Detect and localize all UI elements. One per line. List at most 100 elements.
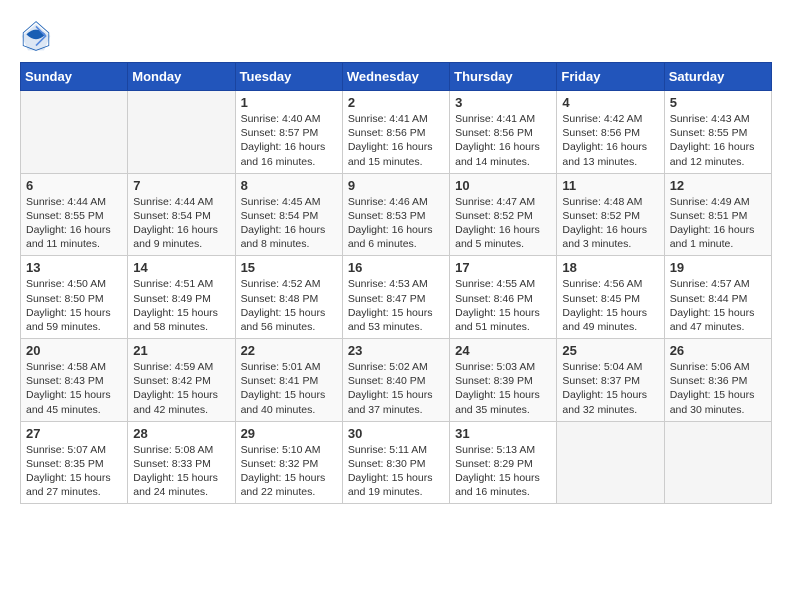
daylight-text: Daylight: 15 hours and 56 minutes. [241, 307, 326, 333]
daylight-text: Daylight: 15 hours and 51 minutes. [455, 307, 540, 333]
daylight-text: Daylight: 15 hours and 45 minutes. [26, 389, 111, 415]
day-number: 30 [348, 426, 444, 441]
sunrise-text: Sunrise: 5:13 AM [455, 444, 535, 456]
sunset-text: Sunset: 8:48 PM [241, 293, 319, 305]
sunset-text: Sunset: 8:55 PM [670, 127, 748, 139]
sunrise-text: Sunrise: 4:55 AM [455, 278, 535, 290]
day-number: 27 [26, 426, 122, 441]
sunrise-text: Sunrise: 4:51 AM [133, 278, 213, 290]
sunset-text: Sunset: 8:53 PM [348, 210, 426, 222]
day-number: 15 [241, 260, 337, 275]
day-number: 22 [241, 343, 337, 358]
sunrise-text: Sunrise: 4:52 AM [241, 278, 321, 290]
calendar-cell: 26 Sunrise: 5:06 AM Sunset: 8:36 PM Dayl… [664, 339, 771, 422]
day-number: 28 [133, 426, 229, 441]
sunrise-text: Sunrise: 4:56 AM [562, 278, 642, 290]
daylight-text: Daylight: 16 hours and 9 minutes. [133, 224, 218, 250]
calendar-cell: 2 Sunrise: 4:41 AM Sunset: 8:56 PM Dayli… [342, 91, 449, 174]
daylight-text: Daylight: 16 hours and 13 minutes. [562, 141, 647, 167]
sunset-text: Sunset: 8:30 PM [348, 458, 426, 470]
calendar-cell: 17 Sunrise: 4:55 AM Sunset: 8:46 PM Dayl… [450, 256, 557, 339]
calendar-cell: 30 Sunrise: 5:11 AM Sunset: 8:30 PM Dayl… [342, 421, 449, 504]
daylight-text: Daylight: 15 hours and 47 minutes. [670, 307, 755, 333]
calendar-week-row: 27 Sunrise: 5:07 AM Sunset: 8:35 PM Dayl… [21, 421, 772, 504]
sunset-text: Sunset: 8:43 PM [26, 375, 104, 387]
weekday-header: Thursday [450, 63, 557, 91]
sunset-text: Sunset: 8:47 PM [348, 293, 426, 305]
day-number: 24 [455, 343, 551, 358]
day-number: 13 [26, 260, 122, 275]
calendar-week-row: 13 Sunrise: 4:50 AM Sunset: 8:50 PM Dayl… [21, 256, 772, 339]
day-number: 17 [455, 260, 551, 275]
sunset-text: Sunset: 8:29 PM [455, 458, 533, 470]
day-number: 11 [562, 178, 658, 193]
sunrise-text: Sunrise: 4:53 AM [348, 278, 428, 290]
calendar-cell: 9 Sunrise: 4:46 AM Sunset: 8:53 PM Dayli… [342, 173, 449, 256]
day-number: 21 [133, 343, 229, 358]
calendar-cell: 20 Sunrise: 4:58 AM Sunset: 8:43 PM Dayl… [21, 339, 128, 422]
calendar-cell: 15 Sunrise: 4:52 AM Sunset: 8:48 PM Dayl… [235, 256, 342, 339]
sunset-text: Sunset: 8:52 PM [455, 210, 533, 222]
daylight-text: Daylight: 15 hours and 22 minutes. [241, 472, 326, 498]
day-number: 29 [241, 426, 337, 441]
sunset-text: Sunset: 8:56 PM [348, 127, 426, 139]
sunset-text: Sunset: 8:51 PM [670, 210, 748, 222]
daylight-text: Daylight: 15 hours and 42 minutes. [133, 389, 218, 415]
daylight-text: Daylight: 15 hours and 16 minutes. [455, 472, 540, 498]
day-number: 12 [670, 178, 766, 193]
sunset-text: Sunset: 8:50 PM [26, 293, 104, 305]
day-number: 20 [26, 343, 122, 358]
sunrise-text: Sunrise: 4:50 AM [26, 278, 106, 290]
calendar-cell: 18 Sunrise: 4:56 AM Sunset: 8:45 PM Dayl… [557, 256, 664, 339]
sunrise-text: Sunrise: 4:44 AM [26, 196, 106, 208]
daylight-text: Daylight: 15 hours and 27 minutes. [26, 472, 111, 498]
sunrise-text: Sunrise: 5:10 AM [241, 444, 321, 456]
day-number: 26 [670, 343, 766, 358]
daylight-text: Daylight: 16 hours and 3 minutes. [562, 224, 647, 250]
sunrise-text: Sunrise: 5:06 AM [670, 361, 750, 373]
calendar-cell: 19 Sunrise: 4:57 AM Sunset: 8:44 PM Dayl… [664, 256, 771, 339]
calendar-cell: 21 Sunrise: 4:59 AM Sunset: 8:42 PM Dayl… [128, 339, 235, 422]
sunrise-text: Sunrise: 4:41 AM [348, 113, 428, 125]
sunrise-text: Sunrise: 4:45 AM [241, 196, 321, 208]
day-number: 23 [348, 343, 444, 358]
calendar-cell: 28 Sunrise: 5:08 AM Sunset: 8:33 PM Dayl… [128, 421, 235, 504]
day-number: 2 [348, 95, 444, 110]
sunset-text: Sunset: 8:42 PM [133, 375, 211, 387]
sunset-text: Sunset: 8:39 PM [455, 375, 533, 387]
sunrise-text: Sunrise: 4:59 AM [133, 361, 213, 373]
daylight-text: Daylight: 16 hours and 12 minutes. [670, 141, 755, 167]
day-number: 18 [562, 260, 658, 275]
day-number: 10 [455, 178, 551, 193]
calendar-cell: 29 Sunrise: 5:10 AM Sunset: 8:32 PM Dayl… [235, 421, 342, 504]
calendar-table: SundayMondayTuesdayWednesdayThursdayFrid… [20, 62, 772, 504]
sunset-text: Sunset: 8:46 PM [455, 293, 533, 305]
sunset-text: Sunset: 8:55 PM [26, 210, 104, 222]
weekday-header: Monday [128, 63, 235, 91]
weekday-header: Friday [557, 63, 664, 91]
daylight-text: Daylight: 15 hours and 32 minutes. [562, 389, 647, 415]
logo [20, 20, 58, 52]
daylight-text: Daylight: 16 hours and 14 minutes. [455, 141, 540, 167]
daylight-text: Daylight: 15 hours and 49 minutes. [562, 307, 647, 333]
calendar-header-row: SundayMondayTuesdayWednesdayThursdayFrid… [21, 63, 772, 91]
daylight-text: Daylight: 15 hours and 35 minutes. [455, 389, 540, 415]
calendar-cell: 12 Sunrise: 4:49 AM Sunset: 8:51 PM Dayl… [664, 173, 771, 256]
daylight-text: Daylight: 16 hours and 1 minute. [670, 224, 755, 250]
calendar-cell: 23 Sunrise: 5:02 AM Sunset: 8:40 PM Dayl… [342, 339, 449, 422]
weekday-header: Tuesday [235, 63, 342, 91]
calendar-cell: 1 Sunrise: 4:40 AM Sunset: 8:57 PM Dayli… [235, 91, 342, 174]
daylight-text: Daylight: 15 hours and 37 minutes. [348, 389, 433, 415]
day-number: 4 [562, 95, 658, 110]
sunset-text: Sunset: 8:44 PM [670, 293, 748, 305]
sunrise-text: Sunrise: 4:47 AM [455, 196, 535, 208]
day-number: 6 [26, 178, 122, 193]
calendar-cell: 3 Sunrise: 4:41 AM Sunset: 8:56 PM Dayli… [450, 91, 557, 174]
sunset-text: Sunset: 8:32 PM [241, 458, 319, 470]
sunrise-text: Sunrise: 4:40 AM [241, 113, 321, 125]
sunrise-text: Sunrise: 5:01 AM [241, 361, 321, 373]
day-number: 8 [241, 178, 337, 193]
sunrise-text: Sunrise: 5:02 AM [348, 361, 428, 373]
sunset-text: Sunset: 8:54 PM [241, 210, 319, 222]
weekday-header: Saturday [664, 63, 771, 91]
